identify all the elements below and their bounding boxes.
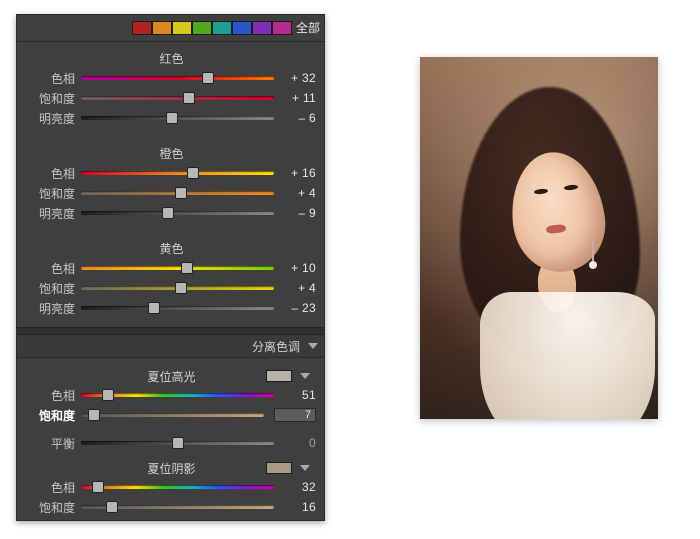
luminance-label: 明亮度	[27, 205, 75, 222]
red-hue-value[interactable]: + 32	[280, 71, 316, 85]
orange-saturation-slider[interactable]	[81, 186, 274, 200]
module-divider	[17, 327, 324, 335]
red-luminance-value[interactable]: – 6	[280, 111, 316, 125]
saturation-label: 饱和度	[27, 407, 75, 424]
shadows-title: 夏位阴影	[147, 460, 195, 477]
shadows-sat-value[interactable]: 16	[280, 500, 316, 514]
chevron-down-icon[interactable]	[300, 373, 310, 379]
highlights-title: 夏位高光	[147, 368, 195, 385]
luminance-label: 明亮度	[27, 110, 75, 127]
orange-hue-slider[interactable]	[81, 166, 274, 180]
color-swatch-7[interactable]	[272, 21, 292, 35]
color-swatch-5[interactable]	[232, 21, 252, 35]
orange-saturation-value[interactable]: + 4	[280, 186, 316, 200]
hue-label: 色相	[27, 479, 75, 496]
channel-title: 红色	[27, 50, 316, 67]
shadows-hue-slider[interactable]	[81, 480, 274, 494]
shadows-sat-slider[interactable]	[81, 500, 274, 514]
balance-slider[interactable]	[81, 436, 274, 450]
luminance-label: 明亮度	[27, 300, 75, 317]
hue-label: 色相	[27, 70, 75, 87]
develop-panel: 全部 红色色相+ 32饱和度+ 11明亮度– 6橙色色相+ 16饱和度+ 4明亮…	[16, 14, 325, 521]
highlights-sat-value[interactable]: 7	[274, 408, 316, 422]
highlights-sat-slider[interactable]	[81, 408, 264, 422]
red-luminance-slider[interactable]	[81, 111, 274, 125]
balance-label: 平衡	[27, 435, 75, 452]
hsl-channel-red: 红色色相 + 32 饱和度 + 11 明亮度 – 6	[17, 42, 324, 137]
split-toning-header[interactable]: 分离色调	[17, 335, 324, 358]
channel-title: 橙色	[27, 145, 316, 162]
yellow-hue-slider[interactable]	[81, 261, 274, 275]
saturation-label: 饱和度	[27, 90, 75, 107]
orange-luminance-slider[interactable]	[81, 206, 274, 220]
yellow-hue-value[interactable]: + 10	[280, 261, 316, 275]
channel-title: 黄色	[27, 240, 316, 257]
red-saturation-value[interactable]: + 11	[280, 91, 316, 105]
orange-luminance-value[interactable]: – 9	[280, 206, 316, 220]
hue-label: 色相	[27, 387, 75, 404]
balance-value[interactable]: 0	[280, 436, 316, 450]
highlights-color-swatch[interactable]	[266, 370, 292, 382]
split-toning-highlights: 夏位高光 色相 51 饱和度 7 平衡	[17, 358, 324, 526]
hue-label: 色相	[27, 260, 75, 277]
shadows-color-swatch[interactable]	[266, 462, 292, 474]
color-swatch-4[interactable]	[212, 21, 232, 35]
saturation-label: 饱和度	[27, 280, 75, 297]
split-toning-title: 分离色调	[252, 338, 300, 355]
chevron-down-icon[interactable]	[300, 465, 310, 471]
red-hue-slider[interactable]	[81, 71, 274, 85]
yellow-luminance-value[interactable]: – 23	[280, 301, 316, 315]
highlights-hue-slider[interactable]	[81, 388, 274, 402]
hsl-color-swatch-bar: 全部	[17, 15, 324, 42]
hsl-channel-orange: 橙色色相 + 16 饱和度 + 4 明亮度 – 9	[17, 137, 324, 232]
color-swatch-2[interactable]	[172, 21, 192, 35]
color-swatch-3[interactable]	[192, 21, 212, 35]
chevron-down-icon	[308, 343, 318, 349]
yellow-saturation-slider[interactable]	[81, 281, 274, 295]
red-saturation-slider[interactable]	[81, 91, 274, 105]
color-swatch-6[interactable]	[252, 21, 272, 35]
yellow-luminance-slider[interactable]	[81, 301, 274, 315]
highlights-hue-value[interactable]: 51	[280, 388, 316, 402]
orange-hue-value[interactable]: + 16	[280, 166, 316, 180]
all-colors-label[interactable]: 全部	[296, 21, 320, 35]
saturation-label: 饱和度	[27, 499, 75, 516]
shadows-hue-value[interactable]: 32	[280, 480, 316, 494]
hue-label: 色相	[27, 165, 75, 182]
color-swatch-1[interactable]	[152, 21, 172, 35]
hsl-channel-yellow: 黄色色相 + 10 饱和度 + 4 明亮度 – 23	[17, 232, 324, 327]
yellow-saturation-value[interactable]: + 4	[280, 281, 316, 295]
saturation-label: 饱和度	[27, 185, 75, 202]
preview-image	[420, 57, 658, 419]
color-swatch-0[interactable]	[132, 21, 152, 35]
